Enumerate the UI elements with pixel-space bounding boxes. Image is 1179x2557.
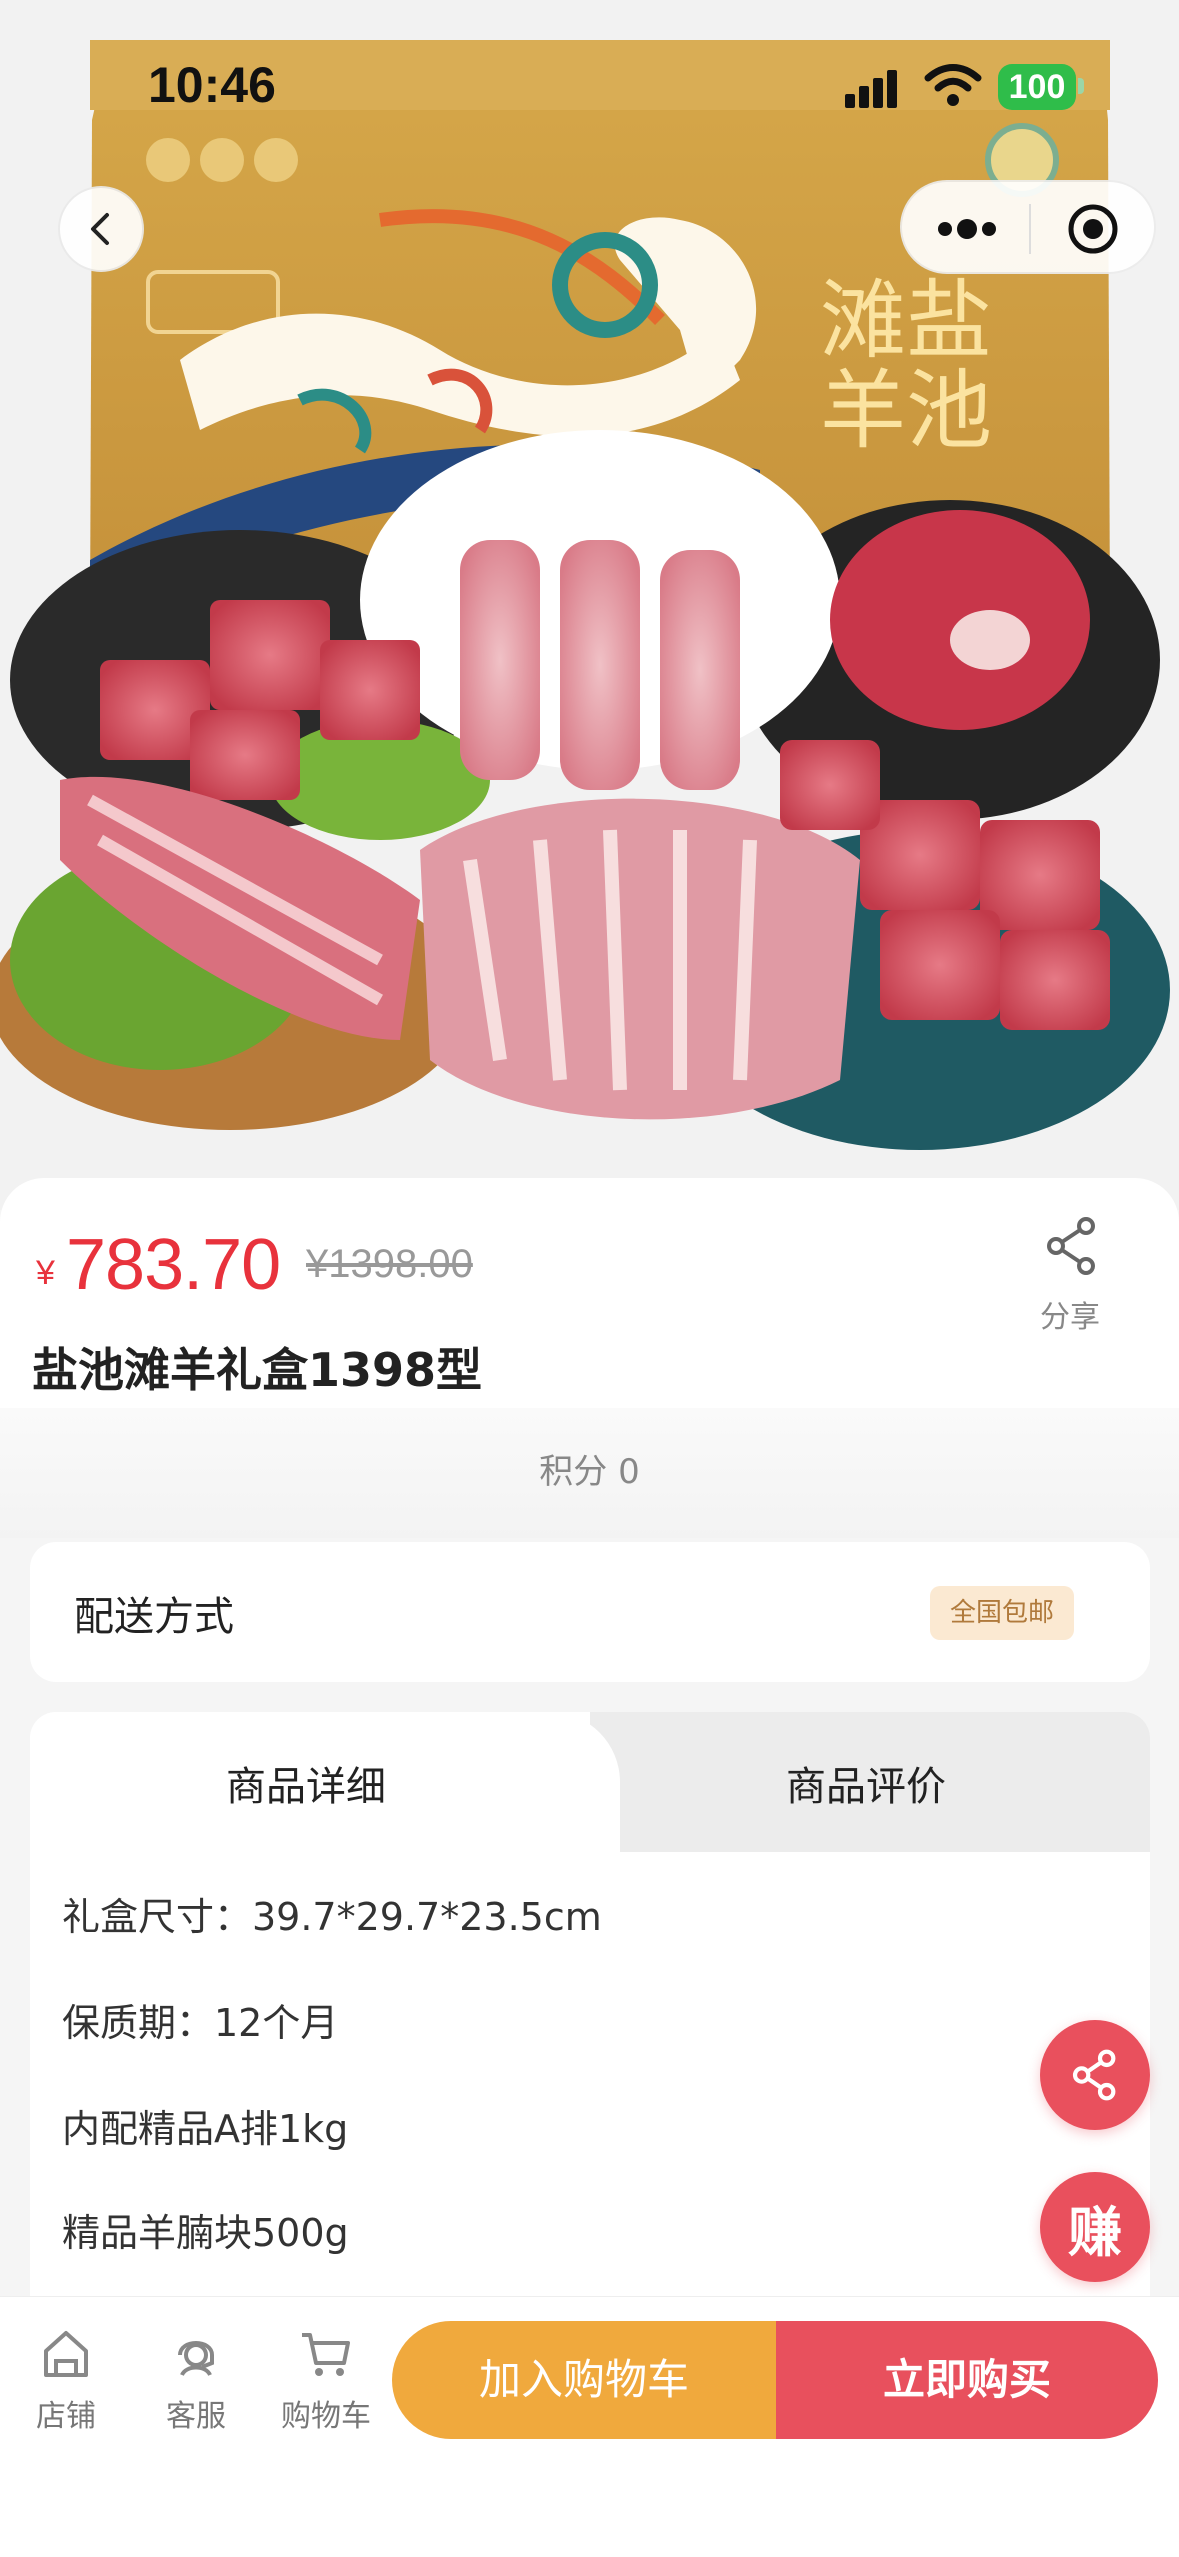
detail-line-contents-2: 精品羊腩块500g	[62, 2211, 349, 2255]
share-icon[interactable]	[1036, 1210, 1108, 1282]
cellular-signal-icon	[845, 70, 897, 108]
bottom-action-bar: 店铺 客服 购物车 加入购物车 立即购买	[0, 2296, 1179, 2557]
battery-indicator: 100	[998, 64, 1076, 110]
customer-service-icon	[178, 2341, 214, 2377]
buy-now-button[interactable]: 立即购买	[776, 2321, 1158, 2439]
earn-commission-button[interactable]: 赚	[1040, 2172, 1150, 2282]
status-time: 10:46	[148, 57, 276, 113]
nav-cart[interactable]: 购物车	[266, 2325, 386, 2435]
share-icon	[1072, 2049, 1116, 2101]
floating-share-button[interactable]	[1040, 2020, 1150, 2130]
delivery-method-row[interactable]: 配送方式 全国包邮	[30, 1542, 1150, 1682]
status-bar: 10:46 100	[0, 0, 1179, 170]
product-detail-section: 商品详细 商品评价 礼盒尺寸：39.7*29.7*23.5cm 保质期：12个月…	[30, 1712, 1150, 2312]
share-label[interactable]: 分享	[1040, 1292, 1100, 1336]
price-currency: ¥	[36, 1254, 55, 1292]
original-price: ¥1398.00	[306, 1242, 473, 1286]
store-icon	[44, 2331, 88, 2377]
battery-tip	[1078, 78, 1084, 94]
delivery-label: 配送方式	[74, 1594, 234, 1640]
more-icon[interactable]	[935, 216, 999, 242]
detail-line-contents-1: 内配精品A排1kg	[62, 2107, 349, 2151]
close-miniprogram-icon[interactable]	[1066, 202, 1120, 256]
wifi-icon	[924, 64, 982, 106]
tab-product-detail[interactable]: 商品详细	[226, 1754, 386, 1812]
capsule-divider	[1029, 204, 1031, 254]
product-title: 盐池滩羊礼盒1398型	[32, 1343, 483, 1397]
detail-tab-bar: 商品详细 商品评价	[30, 1712, 1150, 1852]
nav-store[interactable]: 店铺	[6, 2325, 126, 2435]
nav-cart-label: 购物车	[281, 2399, 371, 2434]
chevron-left-icon	[91, 213, 109, 245]
cart-icon	[302, 2333, 350, 2376]
sale-price: 783.70	[66, 1225, 281, 1305]
miniprogram-capsule	[900, 180, 1156, 274]
box-brand-text-2: 羊池	[820, 361, 992, 461]
nav-customer-service-label: 客服	[166, 2399, 226, 2434]
nav-store-label: 店铺	[36, 2399, 96, 2434]
detail-line-box-size: 礼盒尺寸：39.7*29.7*23.5cm	[62, 1895, 602, 1939]
points-text: 积分 0	[539, 1452, 640, 1492]
add-to-cart-button[interactable]: 加入购物车	[392, 2321, 776, 2439]
detail-line-shelf-life: 保质期：12个月	[62, 2001, 339, 2045]
tab-product-reviews[interactable]: 商品评价	[786, 1754, 946, 1812]
box-brand-text-1: 滩盐	[820, 271, 992, 371]
back-button[interactable]	[58, 186, 144, 272]
free-shipping-badge: 全国包邮	[930, 1586, 1074, 1640]
nav-customer-service[interactable]: 客服	[136, 2325, 256, 2435]
